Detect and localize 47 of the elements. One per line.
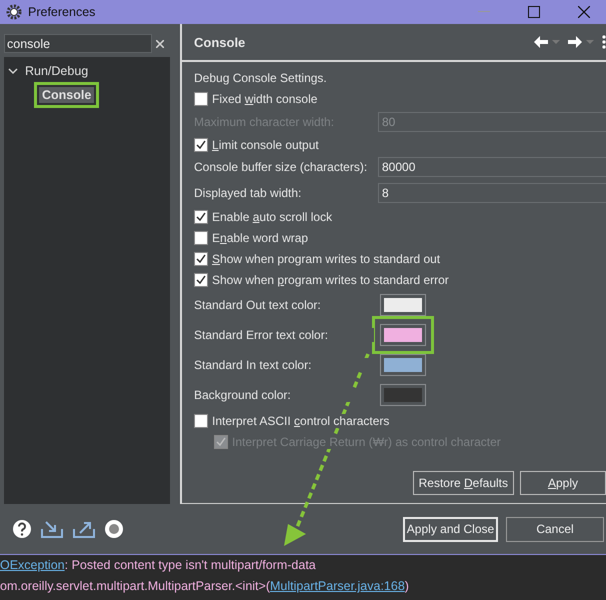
tree-item[interactable]: Run/Debug [22, 62, 92, 78]
cancel-button[interactable]: Cancel [506, 516, 604, 542]
console-text: om.oreilly.servlet.multipart.MultipartParser.<init>( [0, 579, 270, 593]
apply-button[interactable]: Apply [520, 471, 606, 496]
text-field[interactable]: 80000 [378, 157, 606, 177]
checkbox[interactable] [194, 272, 208, 286]
gear-icon [6, 4, 22, 20]
checkbox[interactable] [194, 414, 208, 428]
help-icon[interactable] [12, 519, 32, 540]
chevron-down-icon[interactable] [8, 66, 18, 76]
more-icon[interactable] [602, 35, 606, 49]
section-description: Debug Console Settings. [194, 70, 327, 84]
checkbox-label: Fixed width console [212, 92, 318, 106]
apply-and-close-button[interactable]: Apply and Close [403, 516, 498, 542]
color-swatch-button[interactable] [381, 385, 425, 405]
tree-item[interactable]: Console [39, 86, 94, 102]
checkbox[interactable] [194, 92, 208, 106]
checkbox[interactable] [194, 230, 208, 244]
maximize-icon[interactable] [528, 6, 540, 18]
color-swatch-button[interactable] [381, 295, 425, 315]
page-title: Console [194, 34, 246, 50]
restore-defaults-button[interactable]: Restore Defaults [412, 471, 514, 496]
console-text: ) [404, 579, 409, 593]
color-swatch-button[interactable] [381, 355, 425, 375]
forward-arrow-icon[interactable] [568, 36, 582, 48]
clear-icon[interactable] [156, 40, 164, 48]
checkbox-label: Show when program writes to standard out [212, 252, 440, 266]
export-icon[interactable] [72, 519, 96, 540]
checkbox[interactable] [194, 210, 208, 224]
window-title: Preferences [28, 5, 96, 19]
import-icon[interactable] [40, 519, 64, 540]
back-arrow-icon[interactable] [534, 36, 548, 48]
checkbox[interactable] [194, 252, 208, 266]
text-field[interactable]: 8 [378, 182, 606, 202]
close-icon[interactable] [578, 6, 590, 18]
console-text: : Posted content type isn't multipart/form-data [64, 558, 316, 572]
record-icon[interactable] [104, 519, 124, 540]
checkbox-label: Enable auto scroll lock [212, 210, 332, 224]
search-field[interactable]: console [4, 34, 152, 53]
checkbox-label: Limit console output [212, 138, 319, 152]
console-link[interactable]: OException [0, 558, 65, 572]
checkbox-label: Interpret ASCII control characters [212, 414, 390, 428]
color-label: Standard Error text color: [194, 328, 374, 342]
checkbox[interactable] [194, 138, 208, 152]
checkbox-label: Enable word wrap [212, 230, 308, 244]
checkbox-label: Show when program writes to standard error [212, 272, 449, 286]
console-link[interactable]: MultipartParser.java:168 [270, 579, 405, 593]
